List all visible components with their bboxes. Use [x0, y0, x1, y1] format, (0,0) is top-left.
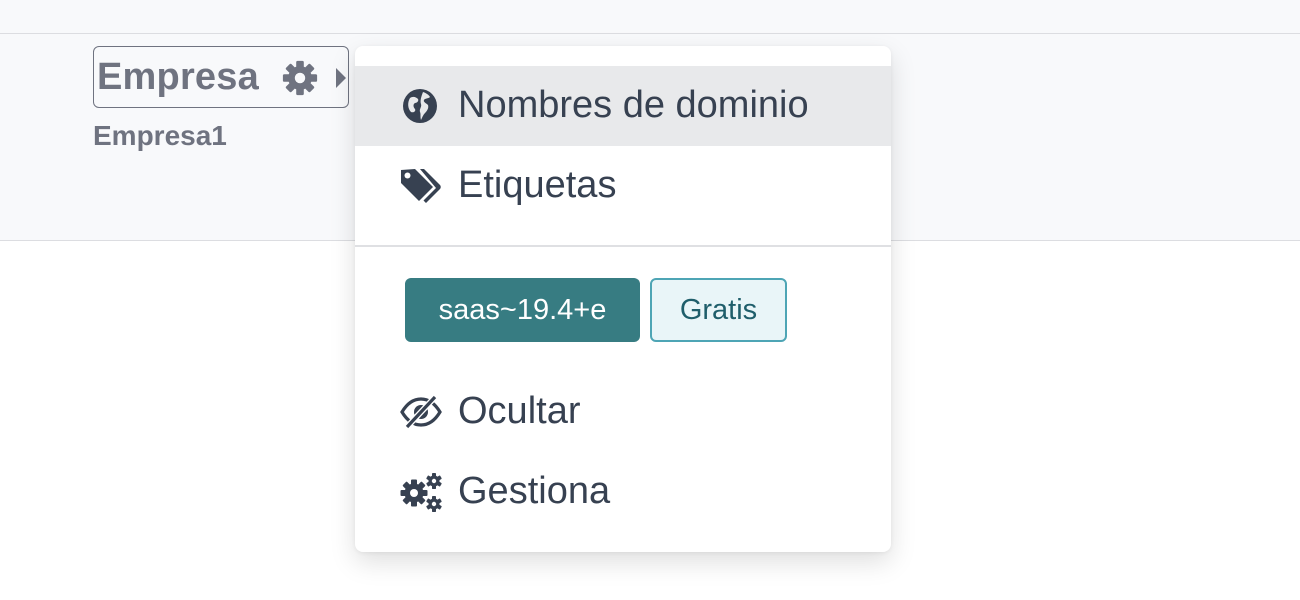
globe-icon: [399, 85, 441, 127]
tags-icon: [399, 165, 441, 207]
menu-item-domain-names[interactable]: Nombres de dominio: [355, 66, 891, 146]
caret-right-icon: [334, 66, 348, 90]
gear-icon: [281, 59, 319, 97]
menu-item-hide[interactable]: Ocultar: [355, 372, 891, 452]
menu-item-label: Etiquetas: [458, 164, 617, 206]
eye-slash-icon: [399, 391, 442, 433]
menu-item-label: Gestiona: [458, 470, 611, 512]
database-subtitle: Empresa1: [93, 120, 227, 151]
database-dropdown-toggle[interactable]: Empresa: [93, 46, 349, 108]
database-dropdown-menu: Nombres de dominio Etiquetas saas~19.4+e…: [355, 46, 891, 552]
menu-item-manage[interactable]: Gestiona: [355, 452, 891, 532]
menu-item-label: Nombres de dominio: [458, 84, 809, 126]
menu-item-tags[interactable]: Etiquetas: [355, 146, 891, 226]
menu-divider: [355, 245, 891, 247]
gears-icon: [399, 471, 442, 513]
plan-badge: Gratis: [650, 278, 787, 342]
top-strip: [0, 0, 1300, 34]
menu-item-label: Ocultar: [458, 390, 581, 432]
version-badge: saas~19.4+e: [405, 278, 640, 342]
database-name: Empresa: [97, 55, 259, 98]
